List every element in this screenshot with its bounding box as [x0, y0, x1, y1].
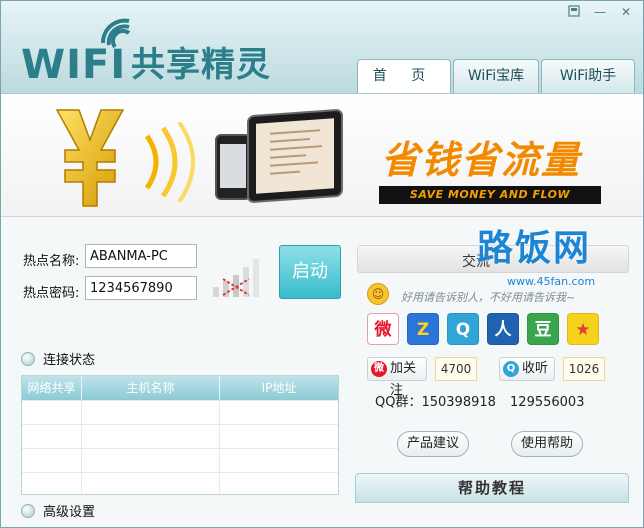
connection-table: 网络共享 主机名称 IP地址 — [21, 375, 339, 496]
main-tabs: 首 页 WiFi宝库 WiFi助手 — [357, 59, 635, 93]
column-header-share[interactable]: 网络共享 — [22, 376, 82, 400]
signal-strength-icon — [213, 259, 259, 297]
watermark-url: www.45fan.com — [507, 275, 596, 288]
product-suggestion-button[interactable]: 产品建议 — [397, 431, 469, 457]
connection-status-toggle[interactable]: 连接状态 — [21, 349, 95, 368]
douban-icon[interactable]: 豆 — [527, 313, 559, 345]
expand-bullet-icon — [21, 351, 35, 366]
minimize-button[interactable]: — — [591, 5, 609, 19]
feedback-note: 好用请告诉别人，不好用请告诉我~ — [401, 291, 576, 304]
qq-space-star-icon[interactable]: ★ — [567, 313, 599, 345]
logo-wifi-text: WIFI — [21, 42, 127, 88]
tab-wifi-helper[interactable]: WiFi助手 — [541, 59, 635, 93]
tencent-weibo-icon: Q — [503, 361, 519, 377]
follow-weibo-button[interactable]: 微 加关注 — [367, 357, 427, 398]
banner-slogan: 省钱省流量 — [381, 138, 582, 182]
listen-button[interactable]: Q 收听 — [499, 357, 555, 381]
tab-home[interactable]: 首 页 — [357, 59, 451, 93]
qq-group-info: QQ群：150398918 129556003 — [375, 395, 585, 410]
expand-bullet-icon — [21, 503, 35, 518]
hotspot-name-input[interactable] — [85, 244, 197, 268]
tablet-image — [247, 108, 343, 204]
advanced-settings-label: 高级设置 — [43, 505, 96, 520]
follow-count: 4700 — [435, 357, 477, 381]
weibo-icon[interactable]: 微 — [367, 313, 399, 345]
tab-wifi-treasure[interactable]: WiFi宝库 — [453, 59, 539, 93]
qzone-icon[interactable]: Z — [407, 313, 439, 345]
column-header-ip[interactable]: IP地址 — [220, 376, 338, 400]
banner-slogan-en: SAVE MONEY AND FLOW — [379, 186, 601, 204]
app-window: WIFI 共享精灵 — ✕ 首 页 WiFi宝库 WiFi助手 省钱省流量 SA… — [0, 0, 644, 528]
share-icons: 微 Z Q 人 豆 ★ — [367, 313, 599, 345]
tencent-weibo-icon[interactable]: Q — [447, 313, 479, 345]
table-header: 网络共享 主机名称 IP地址 — [22, 376, 338, 400]
smiley-icon: ☺ — [367, 283, 389, 305]
logo-app-name: 共享精灵 — [131, 45, 271, 85]
title-bar: WIFI 共享精灵 — ✕ 首 页 WiFi宝库 WiFi助手 — [1, 1, 643, 93]
hotspot-password-input[interactable] — [85, 276, 197, 300]
watermark-logo: 路饭网 — [477, 228, 592, 269]
start-button[interactable]: 启动 — [279, 245, 341, 299]
settings-icon[interactable] — [565, 5, 583, 19]
phone-image — [215, 134, 251, 200]
hotspot-name-label: 热点名称: — [23, 254, 80, 269]
column-header-hostname[interactable]: 主机名称 — [82, 376, 220, 400]
signal-waves-icon — [144, 122, 195, 202]
listen-label: 收听 — [522, 361, 549, 376]
promo-banner[interactable]: 省钱省流量 SAVE MONEY AND FLOW — [1, 93, 643, 217]
app-logo: WIFI 共享精灵 — [21, 18, 281, 88]
yen-coin-icon — [55, 109, 125, 207]
advanced-settings-toggle[interactable]: 高级设置 — [21, 501, 95, 520]
table-row[interactable] — [22, 472, 338, 496]
weibo-icon: 微 — [371, 361, 387, 377]
close-button[interactable]: ✕ — [617, 5, 635, 19]
table-row[interactable] — [22, 424, 338, 448]
usage-help-button[interactable]: 使用帮助 — [511, 431, 583, 457]
window-controls: — ✕ — [565, 5, 635, 19]
connection-status-label: 连接状态 — [43, 353, 96, 368]
table-row[interactable] — [22, 448, 338, 472]
hotspot-password-label: 热点密码: — [23, 286, 80, 301]
table-row[interactable] — [22, 400, 338, 424]
renren-icon[interactable]: 人 — [487, 313, 519, 345]
help-tutorial-tab[interactable]: 帮助教程 — [355, 473, 629, 503]
listen-count: 1026 — [563, 357, 605, 381]
